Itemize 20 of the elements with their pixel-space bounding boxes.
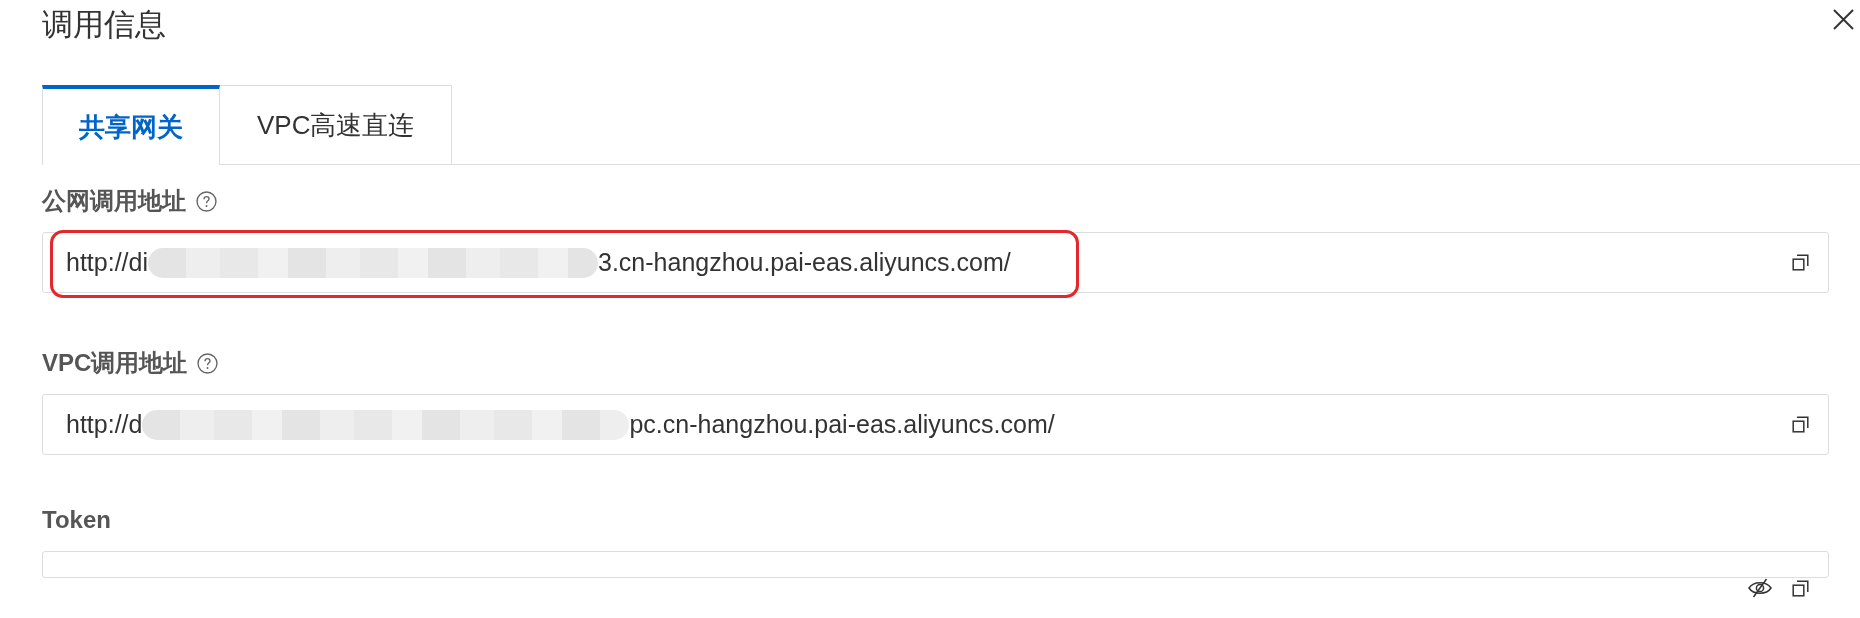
url-field[interactable]: http://d pc.cn-hangzhou.pai-eas.aliyuncs.com/ — [42, 394, 1829, 455]
token-field[interactable] — [42, 551, 1829, 578]
field-label: 公网调用地址 — [42, 186, 186, 216]
field-label: Token — [42, 505, 111, 535]
dialog-title: 调用信息 — [42, 6, 166, 44]
copy-icon[interactable] — [1792, 254, 1809, 271]
tab[interactable]: 共享网关 — [42, 85, 220, 165]
url-field[interactable]: http://di 3.cn-hangzhou.pai-eas.aliyuncs.com/ — [42, 232, 1829, 293]
copy-icon[interactable] — [1792, 579, 1809, 597]
field-label: VPC调用地址 — [42, 348, 188, 378]
help-icon[interactable] — [197, 352, 219, 374]
eye-slash-icon[interactable] — [1748, 578, 1772, 598]
tab[interactable]: VPC高速直连 — [219, 85, 453, 164]
help-icon[interactable] — [196, 190, 217, 212]
url-text: 3.cn-hangzhou.pai-eas.aliyuncs.com/ — [598, 248, 1011, 277]
url-text: pc.cn-hangzhou.pai-eas.aliyuncs.com/ — [629, 410, 1055, 439]
copy-icon[interactable] — [1792, 416, 1809, 433]
url-text: http://di — [66, 248, 148, 277]
url-text: http://d — [66, 410, 143, 439]
close-button[interactable] — [1833, 9, 1854, 30]
